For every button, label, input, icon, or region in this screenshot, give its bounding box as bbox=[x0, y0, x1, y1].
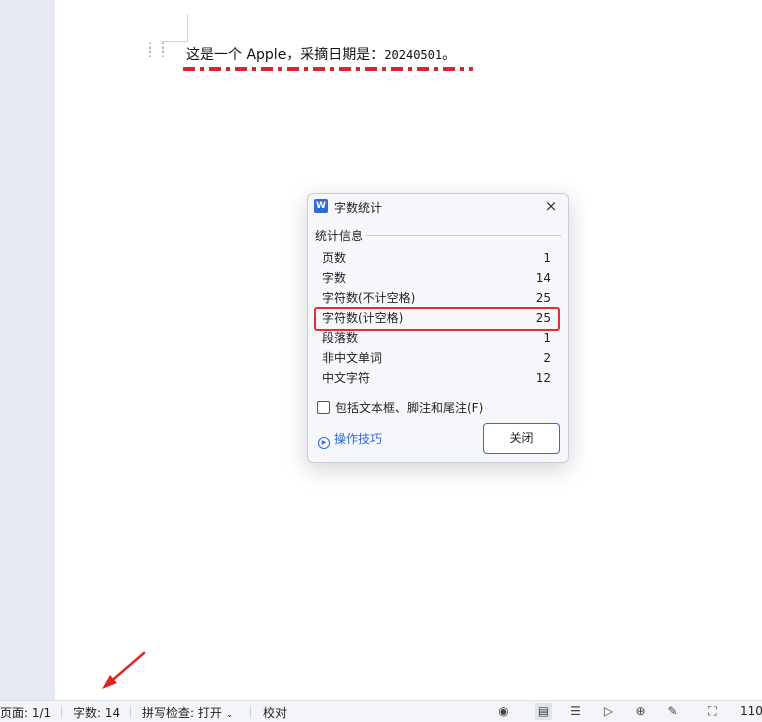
stat-label: 页数 bbox=[322, 251, 347, 265]
spellcheck-underline bbox=[183, 67, 473, 71]
eye-icon[interactable]: ◉ bbox=[495, 703, 512, 720]
close-icon[interactable]: × bbox=[542, 197, 560, 215]
stat-value: 25 bbox=[535, 291, 551, 305]
wps-writer-logo-icon: W bbox=[314, 199, 328, 213]
globe-icon[interactable]: ⊕ bbox=[632, 703, 649, 720]
stat-value: 25 bbox=[535, 311, 551, 325]
stat-row-words: 字数 14 bbox=[322, 268, 552, 288]
status-separator bbox=[130, 706, 131, 718]
stat-value: 1 bbox=[543, 331, 551, 345]
paragraph-date: 20240501 bbox=[384, 48, 443, 62]
stat-row-chars-with-spaces: 字符数(计空格) 25 bbox=[314, 307, 560, 331]
margin-corner-mark bbox=[161, 14, 188, 42]
include-textbox-option[interactable]: 包括文本框、脚注和尾注(F) bbox=[317, 399, 483, 416]
stat-value: 12 bbox=[535, 371, 551, 385]
fit-page-icon[interactable]: ⛶ bbox=[704, 703, 721, 720]
stats-group-label: 统计信息 bbox=[315, 229, 364, 243]
status-word-count[interactable]: 字数: 14 bbox=[73, 704, 120, 721]
stat-row-non-chinese-words: 非中文单词 2 bbox=[322, 348, 552, 368]
dialog-title-bar[interactable]: W 字数统计 × bbox=[308, 194, 568, 218]
stat-value: 14 bbox=[535, 271, 551, 285]
outline-view-icon[interactable]: ☰ bbox=[567, 703, 584, 720]
tips-label: 操作技巧 bbox=[334, 432, 383, 446]
stat-value: 2 bbox=[543, 351, 551, 365]
stat-row-paragraphs: 段落数 1 bbox=[322, 328, 552, 348]
stat-row-chars-no-spaces: 字符数(不计空格) 25 bbox=[322, 288, 552, 308]
close-button[interactable]: 关闭 bbox=[483, 423, 560, 454]
stat-label: 字符数(不计空格) bbox=[322, 291, 416, 305]
paragraph-drag-handle-icon[interactable]: ⋮⋮⋮⋮ bbox=[144, 41, 169, 61]
dialog-title: 字数统计 bbox=[334, 201, 383, 215]
zoom-level[interactable]: 110 bbox=[740, 704, 762, 718]
tips-link[interactable]: ▶ 操作技巧 bbox=[318, 430, 382, 449]
include-checkbox[interactable] bbox=[317, 401, 330, 414]
play-circle-icon: ▶ bbox=[318, 437, 330, 449]
status-separator bbox=[250, 706, 251, 718]
group-divider bbox=[366, 235, 561, 236]
stat-row-chinese-chars: 中文字符 12 bbox=[322, 368, 552, 388]
play-icon[interactable]: ▷ bbox=[600, 703, 617, 720]
stats-list: 页数 1 字数 14 字符数(不计空格) 25 字符数(计空格) 25 段落数 … bbox=[314, 248, 560, 388]
paragraph-text: 这是一个 Apple，采摘日期是： bbox=[186, 47, 385, 63]
left-gutter bbox=[0, 0, 56, 700]
spellcheck-label: 拼写检查: 打开 bbox=[142, 706, 222, 720]
paragraph-end: 。 bbox=[442, 47, 457, 63]
red-arrow-annotation-icon bbox=[102, 651, 146, 689]
status-separator bbox=[61, 706, 62, 718]
word-count-dialog: W 字数统计 × 统计信息 页数 1 字数 14 字符数(不计空格) 25 字符… bbox=[307, 193, 569, 463]
include-label: 包括文本框、脚注和尾注(F) bbox=[335, 401, 484, 415]
chevron-down-icon: ⌄ bbox=[225, 710, 234, 720]
pen-icon[interactable]: ✎ bbox=[664, 703, 681, 720]
status-spellcheck[interactable]: 拼写检查: 打开 ⌄ bbox=[142, 704, 233, 721]
stat-label: 中文字符 bbox=[322, 371, 371, 385]
status-bar: 页面: 1/1 字数: 14 拼写检查: 打开 ⌄ 校对 ◉ ▤ ☰ ▷ ⊕ ✎… bbox=[0, 700, 762, 722]
stat-label: 段落数 bbox=[322, 331, 359, 345]
stat-row-pages: 页数 1 bbox=[322, 248, 552, 268]
status-proofread[interactable]: 校对 bbox=[263, 704, 287, 721]
stat-label: 字符数(计空格) bbox=[322, 311, 404, 325]
document-paragraph[interactable]: 这是一个 Apple，采摘日期是：20240501。 bbox=[186, 44, 456, 64]
stat-value: 1 bbox=[543, 251, 551, 265]
page-view-icon[interactable]: ▤ bbox=[535, 703, 552, 720]
status-page[interactable]: 页面: 1/1 bbox=[0, 704, 51, 721]
stat-label: 非中文单词 bbox=[322, 351, 383, 365]
stat-label: 字数 bbox=[322, 271, 347, 285]
